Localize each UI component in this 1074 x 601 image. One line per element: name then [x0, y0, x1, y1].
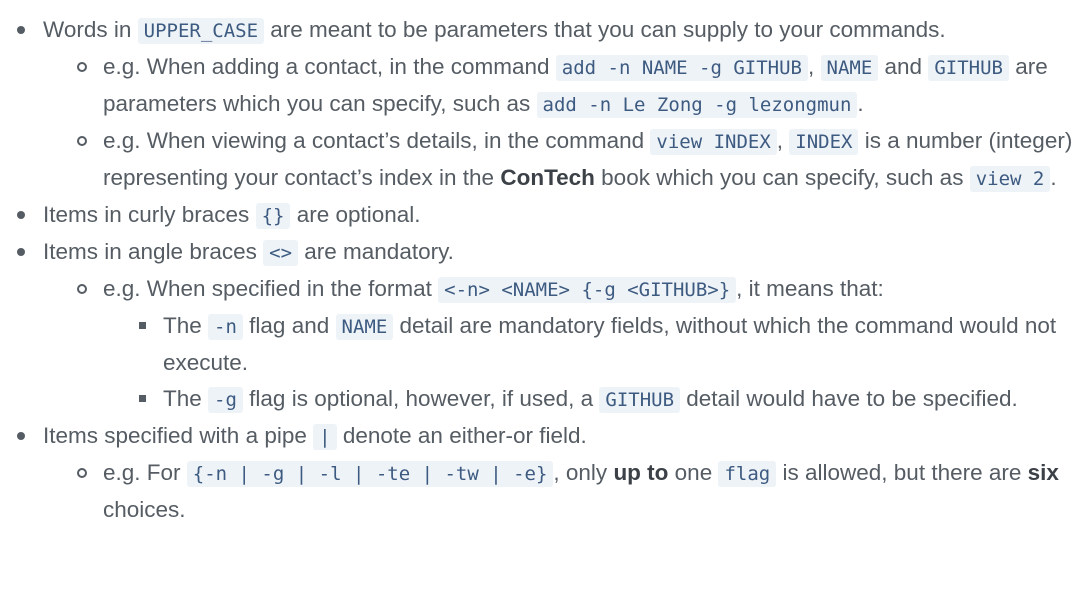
- code-index: INDEX: [789, 129, 859, 155]
- code-n-flag: -n: [208, 314, 243, 340]
- code-name-detail: NAME: [335, 314, 394, 340]
- code-view-command: view INDEX: [650, 129, 777, 155]
- sub-sub-list: The -n flag and NAME detail are mandator…: [103, 308, 1074, 418]
- sub-list: e.g. For {-n | -g | -l | -te | -tw | -e}…: [43, 455, 1074, 528]
- document: Words in UPPER_CASE are meant to be para…: [0, 0, 1074, 601]
- list-item-pipe: Items specified with a pipe | denote an …: [0, 418, 1074, 528]
- code-name: NAME: [820, 55, 879, 81]
- code-flags: {-n | -g | -l | -te | -tw | -e}: [186, 461, 554, 487]
- code-angle-braces: <>: [263, 240, 299, 266]
- list-item-curly-braces: Items in curly braces {} are optional.: [0, 197, 1074, 234]
- list-item-example-pipe: e.g. For {-n | -g | -l | -te | -tw | -e}…: [43, 455, 1074, 528]
- code-add-example: add -n Le Zong -g lezongmun: [536, 92, 858, 118]
- code-github: GITHUB: [928, 55, 1009, 81]
- sub-list: e.g. When specified in the format <-n> <…: [43, 271, 1074, 418]
- list-item-optional-flag: The -g flag is optional, however, if use…: [103, 381, 1074, 418]
- format-notes-list: Words in UPPER_CASE are meant to be para…: [0, 0, 1074, 528]
- code-flag: flag: [718, 461, 777, 487]
- list-item-upper-case: Words in UPPER_CASE are meant to be para…: [0, 12, 1074, 197]
- list-item-example-add: e.g. When adding a contact, in the comma…: [43, 49, 1074, 123]
- bold-contech: ConTech: [500, 165, 595, 190]
- list-item-angle-braces: Items in angle braces <> are mandatory. …: [0, 234, 1074, 418]
- bold-six: six: [1027, 460, 1059, 485]
- list-item-example-view: e.g. When viewing a contact’s details, i…: [43, 123, 1074, 197]
- code-add-command: add -n NAME -g GITHUB: [555, 55, 808, 81]
- code-curly-braces: {}: [255, 203, 291, 229]
- code-pipe: |: [313, 424, 337, 450]
- list-item-example-format: e.g. When specified in the format <-n> <…: [43, 271, 1074, 418]
- code-github-detail: GITHUB: [599, 387, 681, 413]
- code-upper-case: UPPER_CASE: [137, 18, 265, 44]
- bold-up-to: up to: [613, 460, 669, 485]
- code-format: <-n> <NAME> {-g <GITHUB>}: [438, 277, 737, 303]
- code-g-flag: -g: [208, 387, 243, 413]
- sub-list: e.g. When adding a contact, in the comma…: [43, 49, 1074, 197]
- code-view-example: view 2: [969, 166, 1051, 192]
- list-item-text: Words in UPPER_CASE are meant to be para…: [43, 17, 946, 44]
- list-item-mandatory-fields: The -n flag and NAME detail are mandator…: [103, 308, 1074, 381]
